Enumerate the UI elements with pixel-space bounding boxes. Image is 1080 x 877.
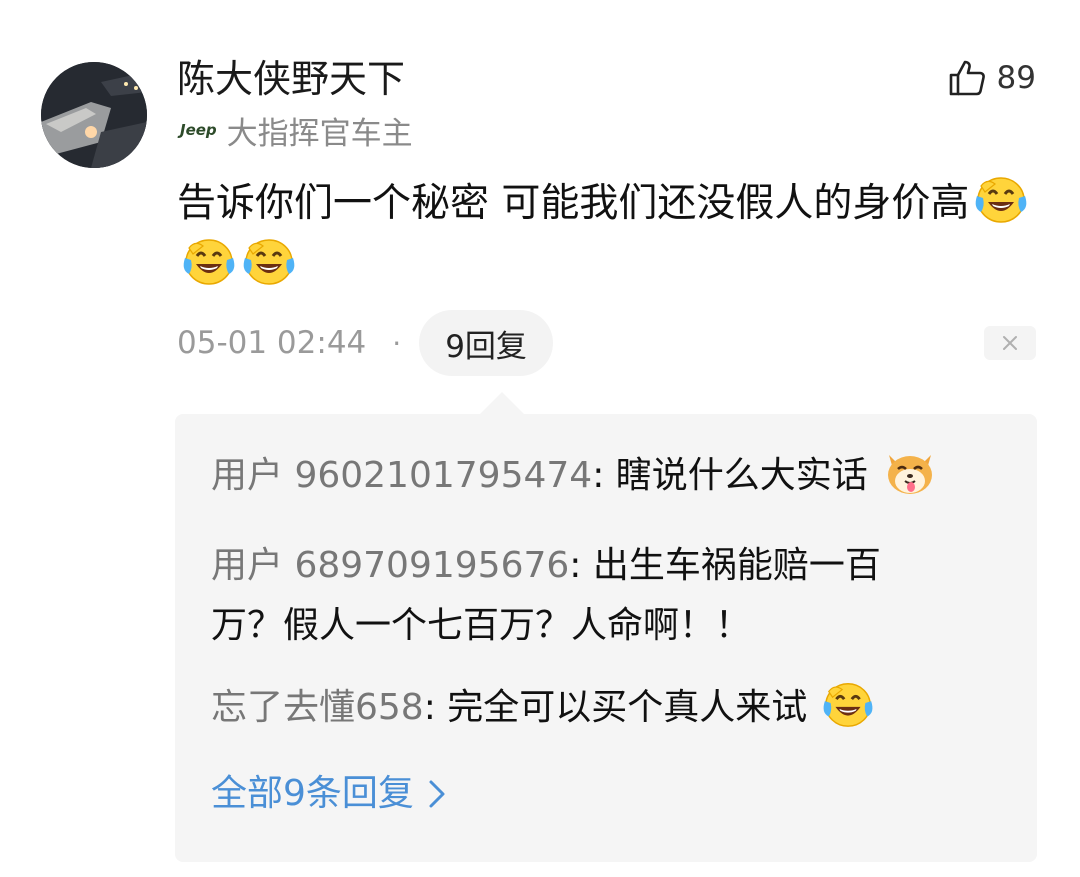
- reply-count-button[interactable]: 9回复: [419, 310, 553, 376]
- close-button[interactable]: [984, 326, 1036, 360]
- chevron-right-icon: [429, 780, 445, 808]
- view-all-replies-link[interactable]: 全部9条回复: [211, 764, 448, 824]
- laugh-cry-emoji-icon: [823, 683, 873, 727]
- reply-item[interactable]: 忘了去懂658: 完全可以买个真人来试: [211, 678, 1011, 738]
- like-button[interactable]: 89: [947, 56, 1036, 100]
- comment-time: 05-01 02:44: [177, 325, 367, 361]
- username[interactable]: 陈大侠野天下: [177, 55, 405, 103]
- like-count: 89: [996, 60, 1036, 96]
- laugh-cry-emoji-icon: [976, 177, 1027, 223]
- reply-text: : 完全可以买个真人来试: [423, 687, 808, 728]
- jeep-logo: Jeep: [180, 121, 217, 139]
- reply-item[interactable]: 用户 689709195676: 出生车祸能赔一百万？假人一个七百万？人命啊！！: [211, 536, 951, 656]
- replies-panel: 用户 9602101795474: 瞎说什么大实话 用户 68970919567…: [175, 414, 1037, 862]
- reply-item[interactable]: 用户 9602101795474: 瞎说什么大实话: [211, 446, 1011, 506]
- comment-meta: 05-01 02:44 · 9回复: [177, 310, 553, 376]
- laugh-cry-emoji-icon: [243, 239, 295, 285]
- thumbs-up-icon: [949, 60, 985, 96]
- shiba-dog-emoji-icon: [888, 455, 933, 494]
- badge-text: 大指挥官车主: [226, 115, 413, 152]
- view-all-label: 全部9条回复: [211, 773, 414, 814]
- owner-badge: Jeep 大指挥官车主: [180, 108, 413, 152]
- reply-author[interactable]: 用户 9602101795474: [211, 455, 592, 496]
- reply-box-pointer: [478, 392, 526, 416]
- meta-separator: ·: [392, 326, 402, 360]
- avatar[interactable]: [41, 62, 147, 168]
- reply-author[interactable]: 用户 689709195676: [211, 545, 569, 586]
- reply-text: : 瞎说什么大实话: [592, 455, 868, 496]
- laugh-cry-emoji-icon: [183, 239, 235, 285]
- car-photo-icon: [41, 62, 147, 168]
- comment-text: 告诉你们一个秘密 可能我们还没假人的身价高: [177, 181, 970, 226]
- comment-body: 告诉你们一个秘密 可能我们还没假人的身价高: [177, 173, 1047, 297]
- reply-author[interactable]: 忘了去懂658: [211, 687, 424, 728]
- close-icon: [1003, 336, 1017, 350]
